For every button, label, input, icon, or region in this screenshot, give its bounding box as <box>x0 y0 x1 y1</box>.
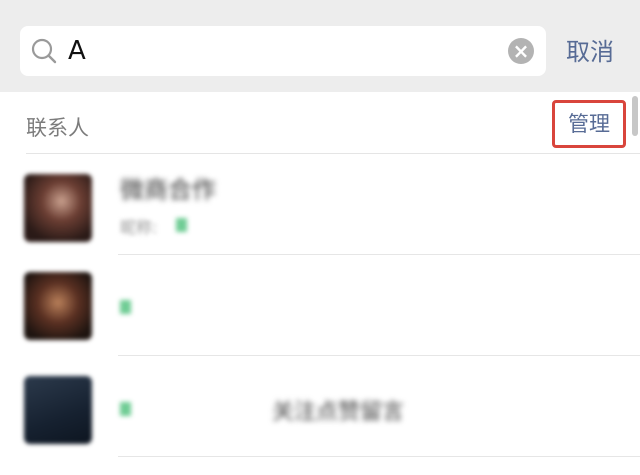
match-highlight <box>120 402 131 416</box>
scrollbar[interactable] <box>632 96 638 136</box>
search-input[interactable] <box>68 34 498 68</box>
manage-button[interactable]: 管理 <box>552 100 626 148</box>
divider <box>118 456 640 457</box>
watermark-text: 关注点赞留言 <box>272 400 405 425</box>
search-icon <box>31 38 57 64</box>
contact-row[interactable] <box>0 255 640 356</box>
cancel-button[interactable]: 取消 <box>566 36 614 68</box>
avatar <box>24 376 92 444</box>
avatar <box>24 272 92 340</box>
contact-name: 微商合作 <box>120 176 216 204</box>
contact-row[interactable]: 关注点赞留言 <box>0 356 640 457</box>
contact-subtitle: 昵称: <box>120 218 158 237</box>
search-bar: × 取消 <box>0 0 640 92</box>
search-box[interactable]: × <box>20 26 546 76</box>
match-highlight <box>120 300 131 314</box>
clear-icon[interactable]: × <box>508 38 534 64</box>
avatar <box>24 174 92 242</box>
contacts-section-header: 联系人 管理 <box>0 92 640 154</box>
match-highlight <box>176 218 187 232</box>
contact-row[interactable]: 微商合作 昵称: <box>0 154 640 255</box>
section-title: 联系人 <box>26 116 89 140</box>
